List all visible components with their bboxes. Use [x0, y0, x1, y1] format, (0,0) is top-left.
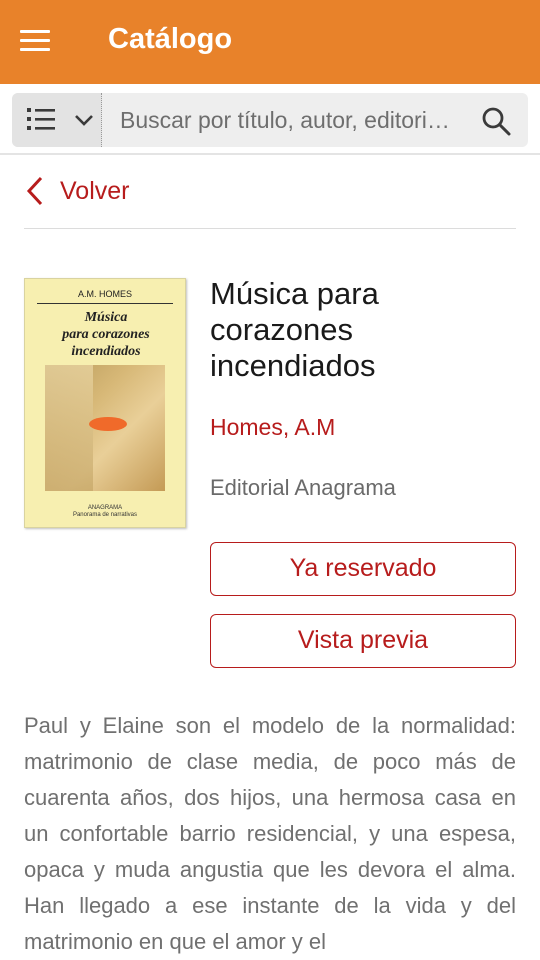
book-publisher: Editorial Anagrama [210, 475, 396, 500]
cover-title-line: Música [84, 310, 128, 325]
book-description: Paul y Elaine son el modelo de la normal… [24, 713, 516, 954]
hamburger-menu-icon[interactable] [20, 30, 52, 54]
cover-title-line: incendiados [71, 344, 141, 359]
book-title: Música para corazones incendiados [210, 276, 379, 383]
search-input[interactable] [120, 101, 470, 139]
book-cover[interactable]: A.M. HOMES Música para corazones incendi… [24, 278, 186, 528]
app-bar: Catálogo [0, 0, 540, 84]
cover-collection: Panorama de narrativas [72, 512, 138, 518]
search-bar [12, 93, 528, 147]
page-title: Catálogo [108, 23, 233, 55]
cover-publisher-name: ANAGRAMA [87, 505, 123, 511]
cover-title: Música para corazones incendiados [29, 309, 183, 360]
search-icon[interactable] [480, 105, 512, 137]
search-bar-shadow [0, 153, 540, 155]
cover-title-line: para corazones [62, 327, 150, 342]
cover-author: A.M. HOMES [77, 289, 132, 299]
cover-rule [37, 303, 173, 304]
back-button[interactable]: Volver [24, 168, 129, 214]
reserved-button[interactable]: Ya reservado [210, 542, 516, 596]
preview-button[interactable]: Vista previa [210, 614, 516, 668]
book-author-link[interactable]: Homes, A.M [210, 414, 335, 441]
list-view-icon [27, 108, 55, 130]
chevron-left-icon [26, 176, 43, 206]
cover-photo [45, 365, 165, 491]
back-label: Volver [60, 176, 130, 205]
divider [24, 228, 516, 229]
view-mode-toggle[interactable] [12, 93, 102, 147]
chevron-down-icon [75, 115, 93, 126]
cover-publisher: ANAGRAMA Panorama de narrativas [25, 505, 185, 519]
